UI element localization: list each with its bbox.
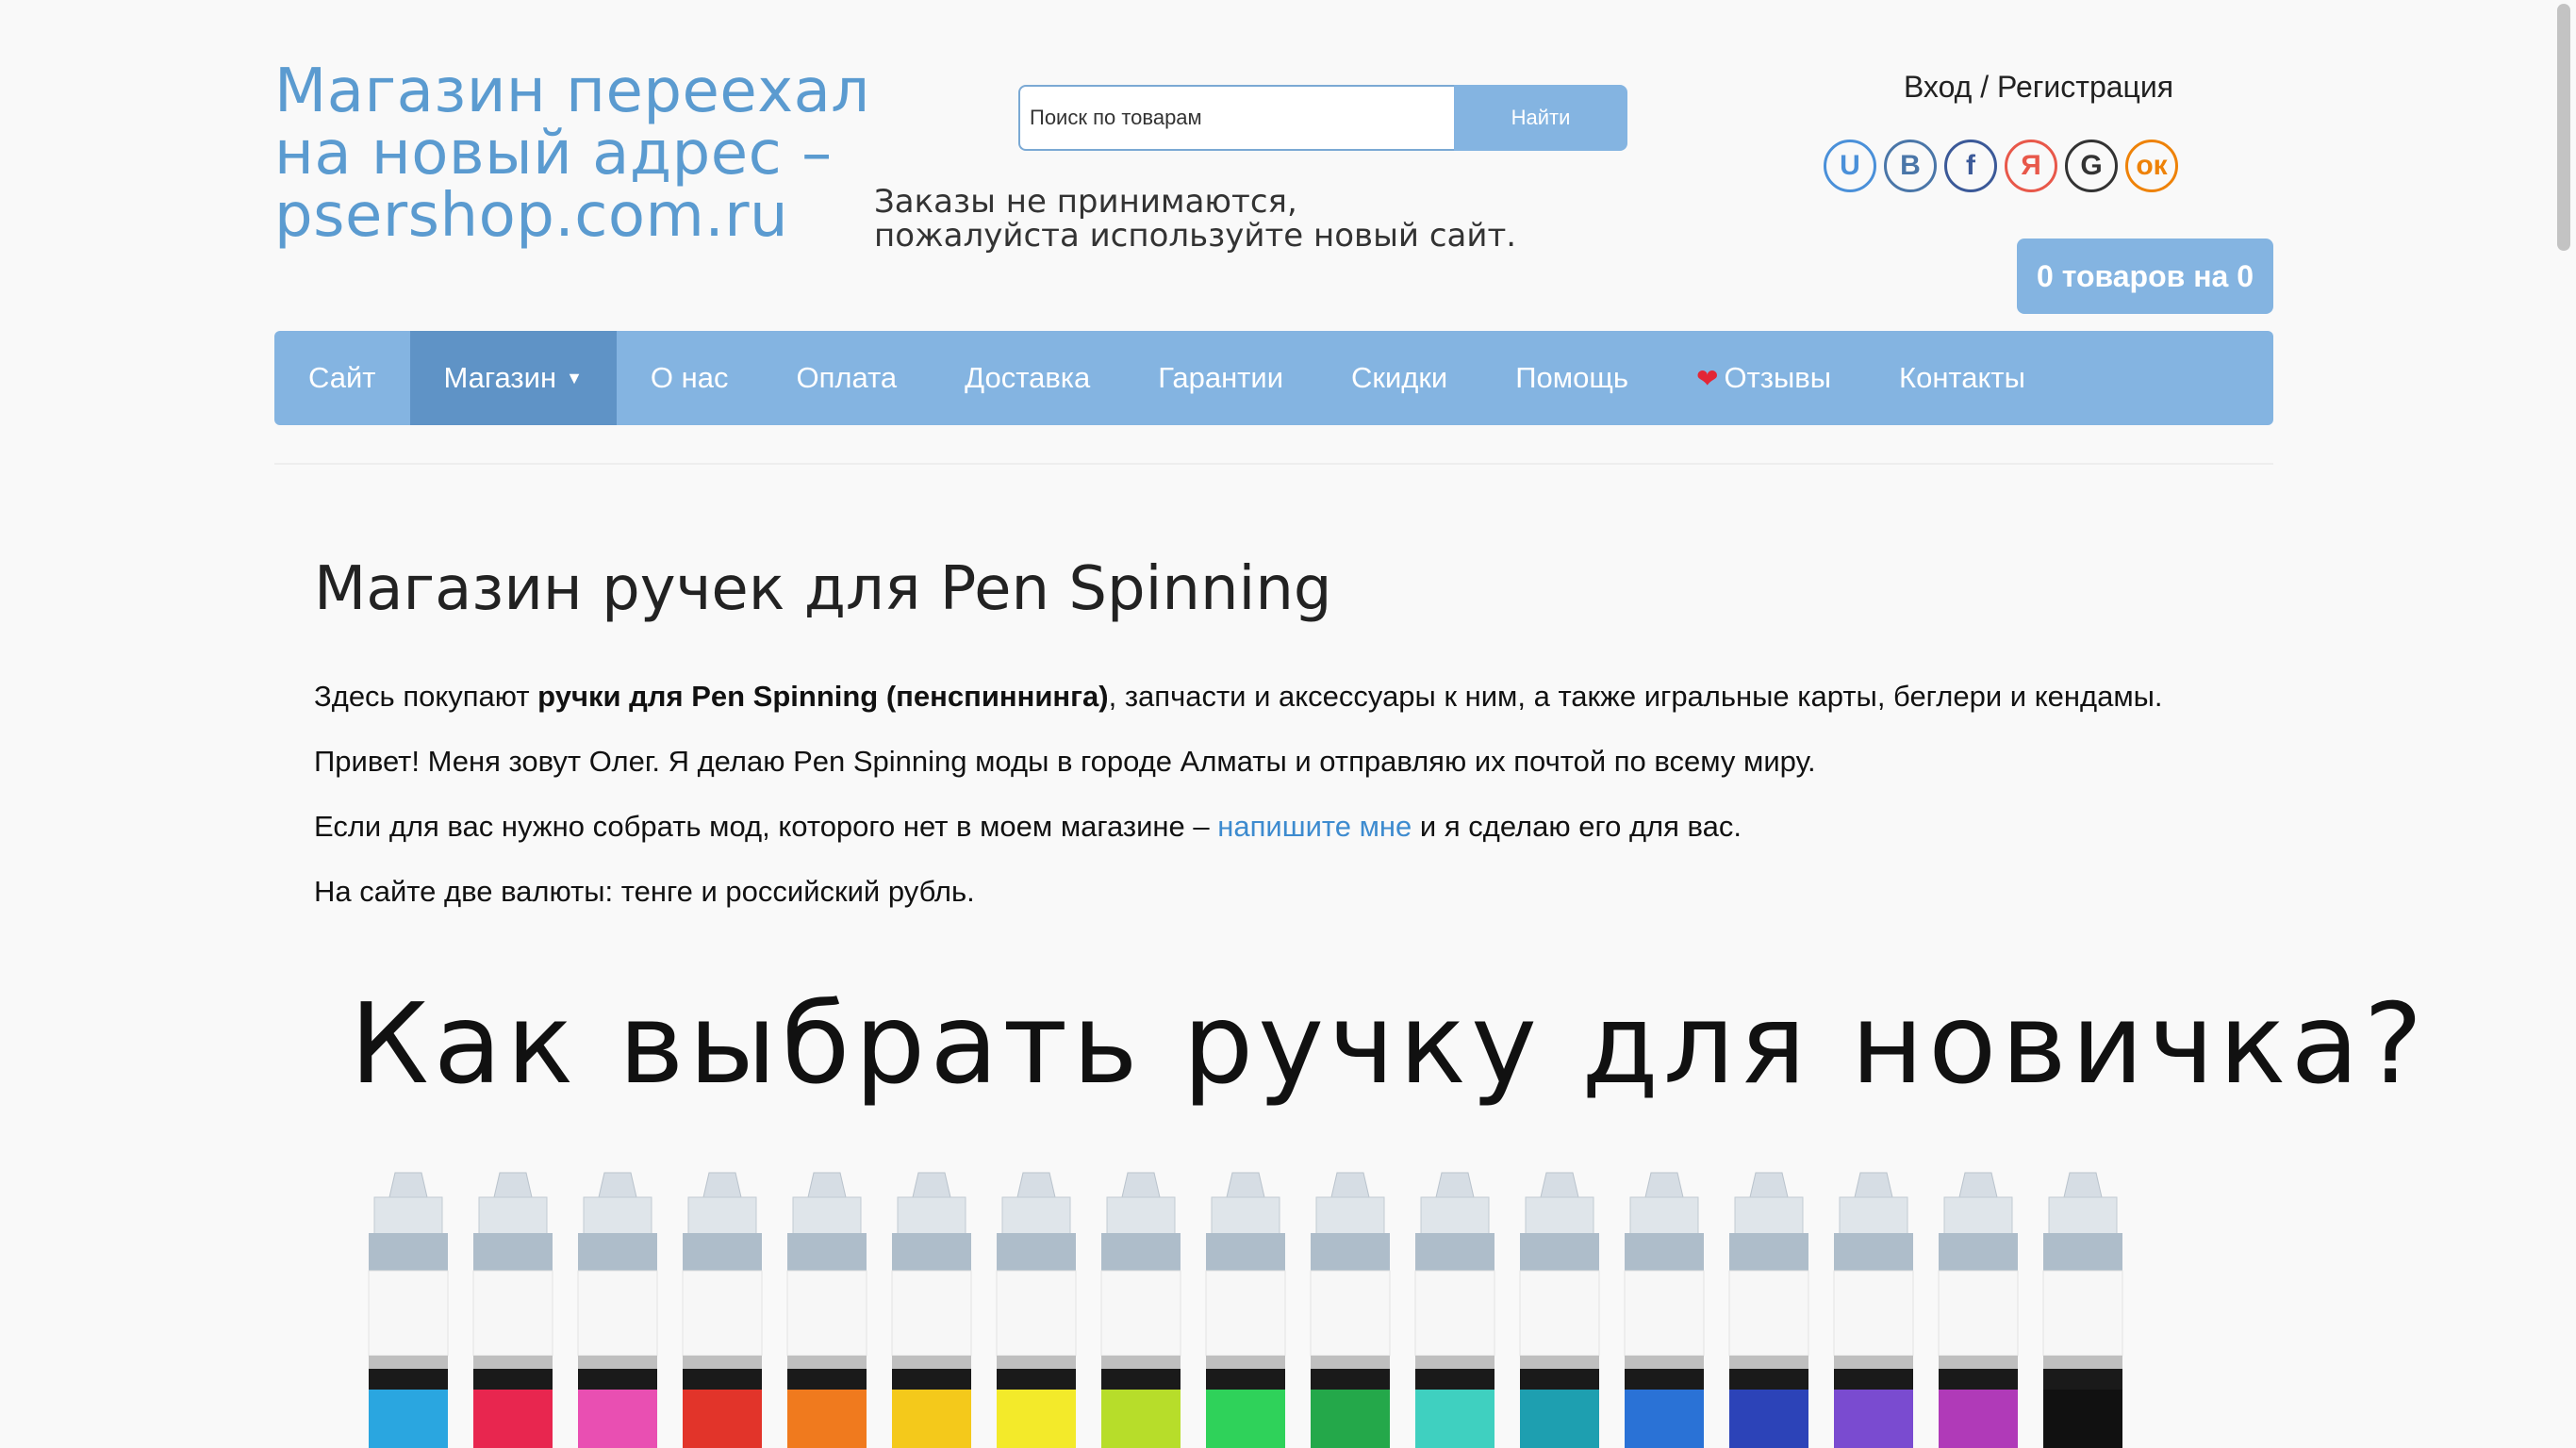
pens-illustration [368, 1172, 2123, 1448]
nav-label: Контакты [1899, 361, 2025, 394]
nav-item-about[interactable]: О нас [617, 331, 763, 425]
nav-label: Скидки [1351, 361, 1448, 394]
custom-mod-paragraph: Если для вас нужно собрать мод, которого… [314, 809, 2256, 845]
nav-label: Сайт [308, 361, 376, 394]
nav-item-shop[interactable]: Магазин ▼ [409, 331, 617, 425]
notice-line-1: Заказы не принимаются, [874, 183, 1297, 221]
nav-item-site[interactable]: Сайт [274, 331, 410, 425]
page-container: Магазин переехал на новый адрес – psersh… [274, 0, 2422, 1448]
currency-paragraph: На сайте две валюты: тенге и российский … [314, 875, 975, 908]
facebook-icon[interactable]: f [1944, 140, 1997, 192]
yandex-icon[interactable]: Я [2005, 140, 2057, 192]
nav-label: Помощь [1515, 361, 1628, 394]
cart-button[interactable]: 0 товаров на 0 [2017, 239, 2273, 314]
account-area: Вход / Регистрация U Bf Я Gок [1821, 70, 2264, 192]
pen [1833, 1172, 1914, 1448]
heart-icon: ❤ [1695, 363, 1719, 393]
intro-text: Здесь покупают [314, 680, 538, 713]
banner-title[interactable]: Как выбрать ручку для новичка? [350, 973, 2422, 1114]
login-register-link[interactable]: Вход / Регистрация [1813, 70, 2264, 105]
nav-item-reviews[interactable]: ❤ Отзывы [1662, 331, 1865, 425]
contact-me-link[interactable]: напишите мне [1217, 810, 1412, 843]
pen [996, 1172, 1077, 1448]
nav-label: Магазин [443, 361, 557, 394]
pen [1938, 1172, 2019, 1448]
page-title: Магазин ручек для Pen Spinning [314, 554, 1332, 624]
intro-text-rest: , запчасти и аксессуары к ним, а также и… [1108, 680, 2163, 713]
odnoklassniki-icon[interactable]: ок [2125, 140, 2178, 192]
nav-label: Доставка [965, 361, 1091, 394]
pen [2042, 1172, 2123, 1448]
site-title[interactable]: Магазин переехал на новый адрес – psersh… [274, 60, 953, 247]
search-button[interactable]: Найти [1454, 85, 1627, 151]
caret-down-icon: ▼ [566, 368, 583, 387]
pen [682, 1172, 763, 1448]
pen [1414, 1172, 1495, 1448]
uid-icon[interactable]: U [1824, 140, 1876, 192]
greeting-paragraph: Привет! Меня зовут Олег. Я делаю Pen Spi… [314, 745, 1816, 778]
scrollbar-track[interactable] [2550, 0, 2576, 1448]
nav-item-discounts[interactable]: Скидки [1317, 331, 1481, 425]
intro-paragraph: Здесь покупают ручки для Pen Spinning (п… [314, 679, 2256, 715]
nav-label: О нас [650, 361, 729, 394]
nav-item-delivery[interactable]: Доставка [931, 331, 1124, 425]
nav-item-contacts[interactable]: Контакты [1865, 331, 2059, 425]
main-nav: Сайт Магазин ▼ О нас Оплата Доставка Гара… [274, 331, 2273, 425]
header-divider [274, 463, 2273, 465]
nav-item-payment[interactable]: Оплата [763, 331, 932, 425]
nav-label: Оплата [796, 361, 898, 394]
pen [368, 1172, 449, 1448]
notice-line-2: пожалуйста используйте новый сайт. [874, 217, 1517, 255]
google-icon[interactable]: G [2065, 140, 2118, 192]
nav-item-help[interactable]: Помощь [1481, 331, 1662, 425]
pens-banner-image[interactable] [350, 1160, 2226, 1448]
nav-item-guarantees[interactable]: Гарантии [1124, 331, 1317, 425]
pen [786, 1172, 867, 1448]
intro-bold-text: ручки для Pen Spinning (пенспиннинга) [537, 680, 1109, 713]
pen [1519, 1172, 1600, 1448]
vk-icon[interactable]: B [1884, 140, 1937, 192]
shop-closed-notice: Заказы не принимаются, пожалуйста исполь… [874, 185, 1610, 253]
pen [1205, 1172, 1286, 1448]
scrollbar-thumb[interactable] [2557, 4, 2570, 251]
custom-mod-text-rest: и я сделаю его для вас. [1412, 810, 1742, 843]
search-form: Найти [1018, 85, 1627, 151]
pen [577, 1172, 658, 1448]
pen [1100, 1172, 1181, 1448]
pen [1624, 1172, 1705, 1448]
custom-mod-text: Если для вас нужно собрать мод, которого… [314, 810, 1218, 843]
pen [1728, 1172, 1809, 1448]
nav-label: Отзывы [1724, 361, 1832, 394]
pen [1310, 1172, 1391, 1448]
search-input[interactable] [1018, 85, 1454, 151]
main-content: Магазин ручек для Pen Spinning Здесь пок… [314, 547, 2256, 939]
nav-label: Гарантии [1158, 361, 1284, 394]
social-login-row: U Bf Я Gок [1824, 140, 2178, 192]
pen [472, 1172, 553, 1448]
pen [891, 1172, 972, 1448]
